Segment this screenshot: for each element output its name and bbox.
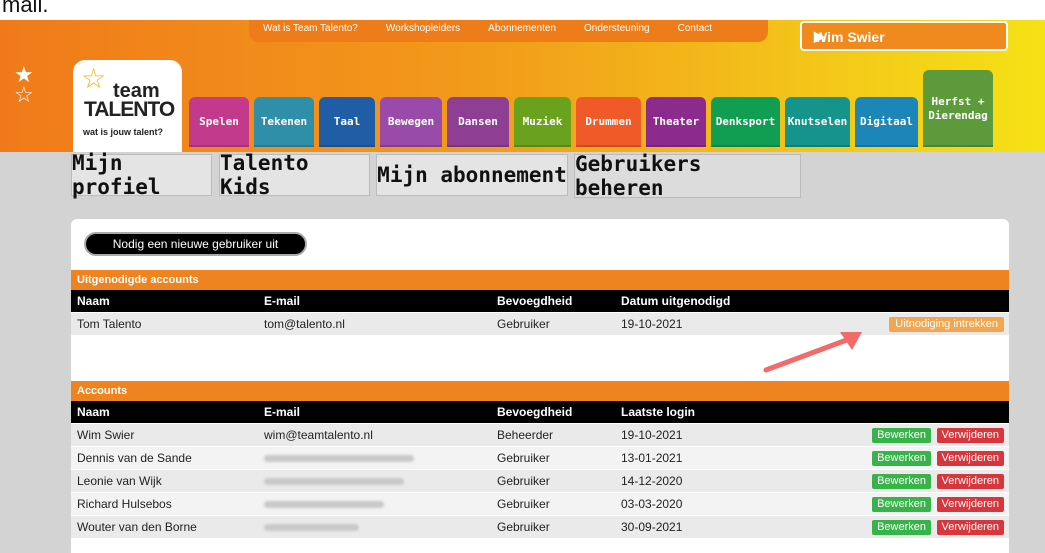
delete-button[interactable]: Verwijderen (936, 451, 1004, 466)
category-tab-denksport[interactable]: Denksport (711, 97, 780, 147)
tab-gebruikers-beheren[interactable]: Gebruikers beheren (574, 152, 801, 200)
stars-decoration-icon: ★ ☆ (14, 62, 34, 107)
category-tab-knutselen[interactable]: Knutselen (785, 97, 850, 147)
cropped-text: mail. (2, 0, 49, 17)
play-arrow-icon: ▶ (814, 28, 825, 44)
nav-link-ondersteuning[interactable]: Ondersteuning (570, 23, 664, 34)
tab-talento-kids[interactable]: Talento Kids (219, 151, 370, 199)
logo-line-2: TALENTO (84, 98, 175, 121)
edit-button[interactable]: Bewerken (872, 451, 931, 466)
invite-user-button[interactable]: Nodig een nieuwe gebruiker uit (84, 232, 307, 256)
site-logo[interactable]: ☆ team TALENTO wat is jouw talent? (73, 60, 182, 152)
category-tab-taal[interactable]: Taal (319, 97, 375, 147)
col-email: E-mail (264, 294, 301, 308)
category-tab-muziek[interactable]: Muziek (514, 97, 571, 147)
nav-link-wat-is[interactable]: Wat is Team Talento? (249, 23, 372, 34)
logo-tagline: wat is jouw talent? (83, 127, 164, 137)
delete-button[interactable]: Verwijderen (936, 520, 1004, 535)
invited-section-title: Uitgenodigde accounts (71, 270, 1009, 290)
category-tab-tekenen[interactable]: Tekenen (254, 97, 314, 147)
delete-button[interactable]: Verwijderen (936, 474, 1004, 489)
col-bevoegdheid: Bevoegdheid (497, 294, 573, 308)
col-naam: Naam (77, 405, 110, 419)
tab-mijn-profiel[interactable]: Mijn profiel (71, 151, 212, 199)
col-email: E-mail (264, 405, 301, 419)
cell-date: 19-10-2021 (621, 317, 683, 331)
cell-date: 14-12-2020 (621, 474, 683, 488)
logo-star-icon: ☆ (81, 63, 107, 94)
category-tab-spelen[interactable]: Spelen (189, 97, 249, 147)
col-laatste-login: Laatste login (621, 405, 696, 419)
edit-button[interactable]: Bewerken (872, 428, 931, 443)
edit-button[interactable]: Bewerken (872, 520, 931, 535)
cell-date: 03-03-2020 (621, 497, 683, 511)
cell-role: Gebruiker (497, 474, 550, 488)
table-row: Dennis van de Sande Gebruiker 13-01-2021 Be… (71, 447, 1009, 470)
cell-date: 19-10-2021 (621, 428, 683, 442)
redacted-email (264, 524, 359, 531)
cell-name: Richard Hulsebos (77, 497, 172, 511)
cell-name: Leonie van Wijk (77, 474, 162, 488)
cell-role: Gebruiker (497, 497, 550, 511)
cell-name: Wim Swier (77, 428, 135, 442)
col-datum-uitgenodigd: Datum uitgenodigd (621, 294, 731, 308)
cell-name: Tom Talento (77, 317, 142, 331)
category-tab-digitaal[interactable]: Digitaal (855, 97, 918, 147)
nav-link-workshopleiders[interactable]: Workshopleiders (372, 23, 474, 34)
cell-name: Wouter van den Borne (77, 520, 197, 534)
delete-button[interactable]: Verwijderen (936, 428, 1004, 443)
table-row: Tom Talento tom@talento.nl Gebruiker 19-… (71, 313, 1009, 336)
nav-link-abonnementen[interactable]: Abonnementen (474, 23, 570, 34)
table-row: Wouter van den Borne Gebruiker 30-09-2021 B… (71, 516, 1009, 539)
user-menu-button[interactable]: Wim Swier ▶ (800, 21, 1008, 51)
col-bevoegdheid: Bevoegdheid (497, 405, 573, 419)
site-header: ★ ☆ Wat is Team Talento? Workshopleiders … (0, 0, 1045, 152)
edit-button[interactable]: Bewerken (872, 474, 931, 489)
invited-table-header: Naam E-mail Bevoegdheid Datum uitgenodig… (71, 290, 1009, 312)
cell-role: Gebruiker (497, 520, 550, 534)
cell-email: tom@talento.nl (264, 317, 345, 331)
category-tab-bewegen[interactable]: Bewegen (380, 97, 442, 147)
cell-date: 13-01-2021 (621, 451, 683, 465)
edit-button[interactable]: Bewerken (872, 497, 931, 512)
accounts-section-title: Accounts (71, 381, 1009, 401)
cell-name: Dennis van de Sande (77, 451, 192, 465)
nav-link-contact[interactable]: Contact (664, 23, 726, 34)
redacted-email (264, 501, 384, 508)
revoke-invitation-button[interactable]: Uitnodiging intrekken (889, 317, 1004, 332)
category-tab-theater[interactable]: Theater (646, 97, 706, 147)
col-naam: Naam (77, 294, 110, 308)
category-tab-drummen[interactable]: Drummen (576, 97, 641, 147)
category-tab-dansen[interactable]: Dansen (447, 97, 509, 147)
cell-email: wim@teamtalento.nl (264, 428, 373, 442)
table-row: Wim Swier wim@teamtalento.nl Beheerder 19-1… (71, 424, 1009, 447)
users-panel: Nodig een nieuwe gebruiker uit Uitgenodi… (71, 219, 1009, 553)
accounts-table-header: Naam E-mail Bevoegdheid Laatste login (71, 401, 1009, 423)
cell-date: 30-09-2021 (621, 520, 683, 534)
cell-role: Gebruiker (497, 451, 550, 465)
delete-button[interactable]: Verwijderen (936, 497, 1004, 512)
tab-mijn-abonnement[interactable]: Mijn abonnement (376, 154, 568, 196)
category-tab-herfst-dierendag[interactable]: Herfst + Dierendag (923, 70, 993, 147)
cell-role: Beheerder (497, 428, 554, 442)
table-row: Richard Hulsebos Gebruiker 03-03-2020 Bewer… (71, 493, 1009, 516)
cell-role: Gebruiker (497, 317, 550, 331)
redacted-email (264, 478, 404, 485)
cropped-text-fragment: mail. (0, 0, 1045, 20)
table-row: Leonie van Wijk Gebruiker 14-12-2020 Bewerk… (71, 470, 1009, 493)
redacted-email (264, 455, 414, 462)
